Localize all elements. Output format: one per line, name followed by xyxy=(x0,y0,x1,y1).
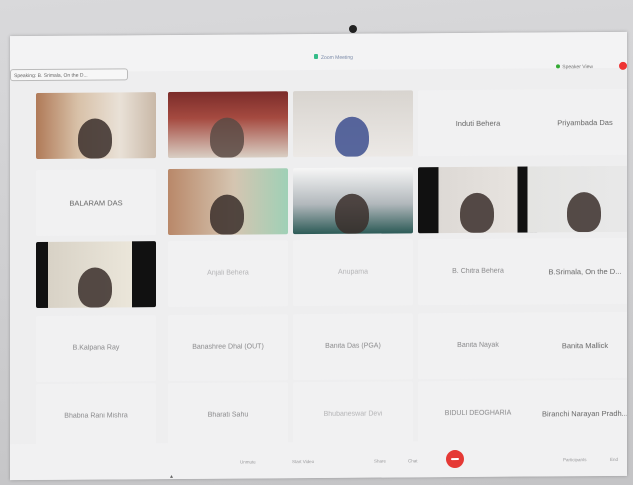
participant-silhouette xyxy=(78,118,112,159)
participant-name-tile[interactable]: Banashree Dhal (OUT) xyxy=(168,314,288,382)
participant-silhouette xyxy=(210,194,244,235)
participant-name-tile[interactable]: Priyambada Das xyxy=(525,88,627,156)
start-video-button[interactable]: Start Video xyxy=(292,459,314,464)
participant-name: Banita Nayak xyxy=(457,341,499,350)
share-button[interactable]: Share xyxy=(374,459,386,464)
participant-name: BALARAM DAS xyxy=(69,198,123,208)
top-bar xyxy=(10,31,627,73)
speaker-view-button[interactable]: Speaker View xyxy=(556,64,593,70)
participant-name-tile[interactable]: Banita Nayak xyxy=(418,312,538,380)
participant-name: B. Chitra Behera xyxy=(452,267,504,276)
chat-button[interactable]: Chat xyxy=(408,458,418,463)
participant-silhouette xyxy=(567,192,601,233)
participant-name-tile[interactable]: Induti Behera xyxy=(418,89,538,157)
participant-name-tile[interactable]: BALARAM DAS xyxy=(36,169,156,236)
participant-name: Induti Behera xyxy=(455,118,501,129)
participant-video-tile[interactable] xyxy=(168,168,288,236)
zoom-window: Zoom Meeting Speaking: B. Srimala, On th… xyxy=(10,31,627,481)
participant-name: Priyambada Das xyxy=(557,117,613,128)
participant-name-tile[interactable]: BIDULI DEOGHARIA xyxy=(418,380,538,448)
participant-name-tile[interactable]: Banita Das (PGA) xyxy=(293,313,413,381)
participant-name: Anjali Behera xyxy=(207,269,249,277)
active-speaker-label: Speaking: B. Srimala, On the D... xyxy=(10,68,128,82)
participant-name: Bhabna Rani Mishra xyxy=(64,412,128,420)
participant-name: BIDULI DEOGHARIA xyxy=(444,409,512,418)
participant-silhouette xyxy=(78,267,112,308)
participant-name-tile[interactable]: Bharati Sahu xyxy=(168,382,288,450)
participant-name: Bharati Sahu xyxy=(207,411,249,419)
webcam-lens xyxy=(349,25,357,33)
participant-name: Bhubaneswar Devi xyxy=(323,410,383,418)
participant-name-tile[interactable]: Biranchi Narayan Pradh... xyxy=(525,379,627,447)
participant-name: Biranchi Narayan Pradh... xyxy=(542,408,627,419)
participant-video-tile[interactable] xyxy=(418,166,538,234)
participant-name-tile[interactable]: B. Chitra Behera xyxy=(418,238,538,306)
participant-name-tile[interactable]: Anjali Behera xyxy=(168,240,288,308)
shield-icon xyxy=(314,54,318,60)
participant-silhouette xyxy=(460,192,494,234)
participant-silhouette xyxy=(335,116,369,157)
participant-video-tile[interactable] xyxy=(36,92,156,159)
meeting-title: Zoom Meeting xyxy=(314,54,353,61)
participant-video-tile[interactable] xyxy=(168,91,288,159)
participant-video-tile[interactable] xyxy=(36,241,156,308)
meeting-toolbar: Unmute Start Video Share Chat Participan… xyxy=(10,439,627,481)
participant-name-tile[interactable]: B.Srimala, On the D... xyxy=(525,237,627,305)
participant-silhouette xyxy=(210,117,244,158)
participant-name-tile[interactable]: Bhabna Rani Mishra xyxy=(36,383,156,450)
participant-video-tile[interactable] xyxy=(293,90,413,158)
participant-name-tile[interactable]: Banita Mallick xyxy=(525,311,627,379)
participants-button[interactable]: Participants xyxy=(563,457,587,462)
participant-name: Anupama xyxy=(338,268,368,276)
participant-name: Banashree Dhal (OUT) xyxy=(192,343,264,351)
participant-video-tile[interactable] xyxy=(525,165,627,233)
end-call-button[interactable] xyxy=(446,449,464,469)
participant-name: B.Kalpana Ray xyxy=(72,344,120,352)
participant-name: Banita Das (PGA) xyxy=(325,342,381,350)
caret-icon: ▴ xyxy=(170,474,174,481)
meeting-title-label: Zoom Meeting xyxy=(321,54,353,61)
status-dot-icon xyxy=(556,64,561,69)
participant-silhouette xyxy=(335,193,369,234)
participant-name: B.Srimala, On the D... xyxy=(548,266,622,277)
participant-name-tile[interactable]: Bhubaneswar Devi xyxy=(293,381,413,449)
unmute-button[interactable]: Unmute xyxy=(240,459,256,464)
participant-name-tile[interactable]: Anupama xyxy=(293,239,413,307)
window-close-icon[interactable] xyxy=(619,61,627,70)
participant-name-tile[interactable]: B.Kalpana Ray xyxy=(36,315,156,382)
participant-name: Banita Mallick xyxy=(561,340,609,351)
end-meeting-button[interactable]: End xyxy=(610,457,618,462)
view-label: Speaker View xyxy=(562,64,593,71)
participant-video-tile[interactable] xyxy=(293,167,413,235)
